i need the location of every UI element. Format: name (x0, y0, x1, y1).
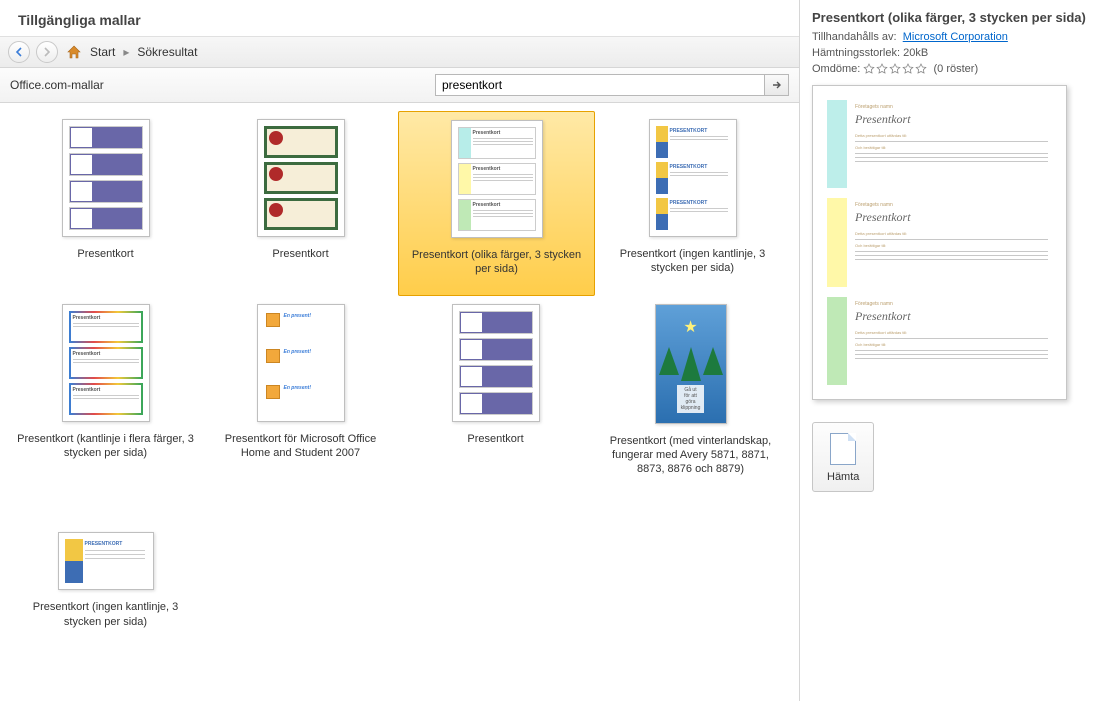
template-label: Presentkort (272, 247, 328, 261)
breadcrumb: Start ▸ Sökresultat (90, 45, 197, 59)
nav-back-button[interactable] (8, 41, 30, 63)
template-item[interactable]: ★ Gå utför attgöraklippning Presentkort … (593, 296, 788, 495)
breadcrumb-home[interactable]: Start (90, 45, 115, 59)
template-label: Presentkort för Microsoft Office Home an… (211, 432, 391, 461)
rating-stars (863, 63, 927, 75)
template-item[interactable]: PRESENTKORT PRESENTKORT PRESENTKORT Pres… (595, 111, 790, 296)
provider-link[interactable]: Microsoft Corporation (903, 31, 1008, 43)
template-thumbnail: PRESENTKORT (58, 532, 154, 590)
document-icon (830, 433, 856, 465)
breadcrumb-current[interactable]: Sökresultat (137, 45, 197, 59)
template-item[interactable]: Presentkort Presentkort Presentkort Pres… (8, 296, 203, 495)
download-button[interactable]: Hämta (812, 422, 874, 492)
template-thumbnail: ★ Gå utför attgöraklippning (655, 304, 727, 424)
detail-provider: Tillhandahålls av: Microsoft Corporation (812, 31, 1098, 43)
template-label: Presentkort (467, 432, 523, 446)
search-go-button[interactable] (765, 74, 789, 96)
template-label: Presentkort (77, 247, 133, 261)
chevron-right-icon: ▸ (123, 45, 129, 59)
template-item[interactable]: Presentkort (203, 111, 398, 296)
nav-forward-button[interactable] (36, 41, 58, 63)
detail-preview: Företagets namnPresentkortDetta presentk… (812, 85, 1067, 400)
details-panel: Presentkort (olika färger, 3 stycken per… (800, 0, 1110, 701)
results-area[interactable]: Presentkort Presentkort Presentkort Pr (0, 103, 799, 701)
template-thumbnail: Presentkort Presentkort Presentkort (451, 120, 543, 238)
template-label: Presentkort (ingen kantlinje, 3 stycken … (603, 247, 783, 276)
download-label: Hämta (827, 471, 859, 483)
template-thumbnail (62, 119, 150, 237)
template-item[interactable]: PRESENTKORT Presentkort (ingen kantlinje… (8, 494, 203, 647)
template-item[interactable]: Presentkort (398, 296, 593, 495)
template-thumbnail: Presentkort Presentkort Presentkort (62, 304, 150, 422)
page-title: Tillgängliga mallar (0, 0, 799, 36)
search-input[interactable] (435, 74, 765, 96)
template-label: Presentkort (ingen kantlinje, 3 stycken … (16, 600, 196, 629)
template-thumbnail: En present! En present! En present! (257, 304, 345, 422)
template-label: Presentkort (med vinterlandskap, fungera… (601, 434, 781, 477)
breadcrumb-toolbar: Start ▸ Sökresultat (0, 36, 799, 68)
template-item[interactable]: Presentkort (8, 111, 203, 296)
template-thumbnail (257, 119, 345, 237)
search-row: Office.com-mallar (0, 68, 799, 103)
detail-title: Presentkort (olika färger, 3 stycken per… (812, 10, 1098, 25)
template-item[interactable]: En present! En present! En present! Pres… (203, 296, 398, 495)
template-label: Presentkort (olika färger, 3 stycken per… (407, 248, 587, 277)
detail-rating: Omdöme: (0 röster) (812, 63, 1098, 75)
home-icon[interactable] (64, 42, 84, 62)
search-source-label: Office.com-mallar (10, 78, 104, 92)
template-label: Presentkort (kantlinje i flera färger, 3… (16, 432, 196, 461)
template-thumbnail: PRESENTKORT PRESENTKORT PRESENTKORT (649, 119, 737, 237)
detail-size: Hämtningsstorlek: 20kB (812, 47, 1098, 59)
template-item-selected[interactable]: Presentkort Presentkort Presentkort Pres… (398, 111, 595, 296)
template-thumbnail (452, 304, 540, 422)
star-icon: ★ (683, 317, 697, 337)
